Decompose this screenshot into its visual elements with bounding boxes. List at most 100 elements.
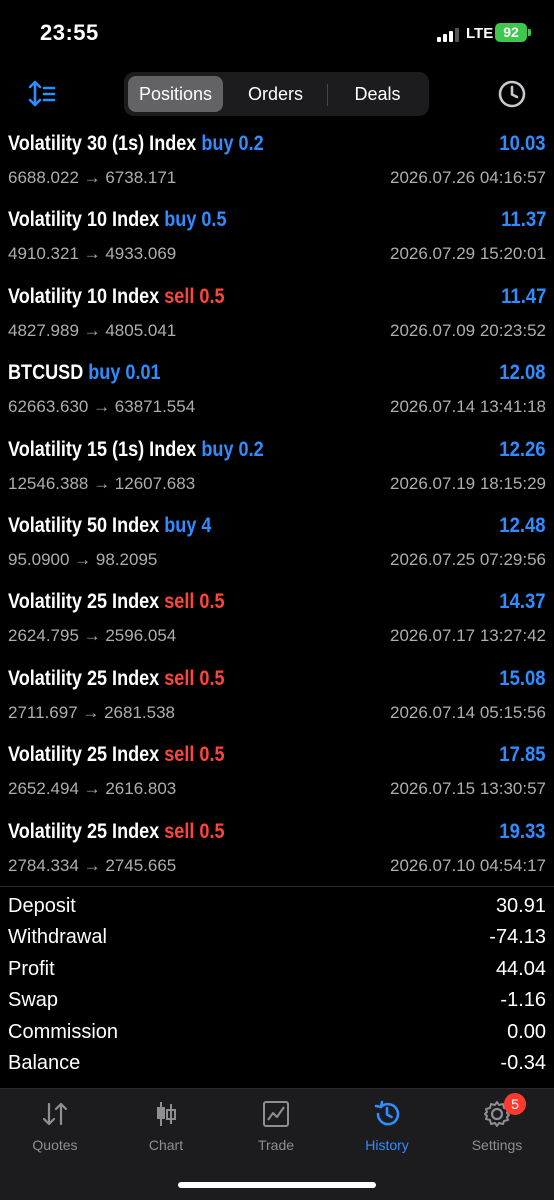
deal-profit: 11.47 bbox=[500, 284, 546, 308]
deal-title: Volatility 25 Index sell 0.5 bbox=[8, 743, 225, 767]
deal-profit: 12.26 bbox=[499, 437, 546, 461]
deal-volume: 0.01 bbox=[125, 361, 161, 385]
summary-value: 30.91 bbox=[495, 895, 546, 917]
tab-trade-label: Trade bbox=[257, 1137, 295, 1153]
deal-profit: 19.33 bbox=[499, 819, 546, 843]
deal-volume: 0.5 bbox=[201, 208, 227, 232]
summary-value: 44.04 bbox=[495, 957, 546, 980]
summary-label: Balance bbox=[8, 1051, 81, 1074]
summary-row-profit: Profit 44.04 bbox=[0, 955, 554, 986]
deal-profit: 15.08 bbox=[499, 666, 546, 690]
deal-row[interactable]: Volatility 50 Index buy 4 12.48 95.0900 → … bbox=[0, 508, 554, 584]
deal-symbol: Volatility 50 Index bbox=[8, 513, 160, 537]
deal-volume: 0.5 bbox=[199, 666, 225, 690]
deal-symbol: Volatility 30 (1s) Index bbox=[8, 132, 197, 155]
deal-profit: 14.37 bbox=[499, 590, 546, 614]
deal-profit: 17.85 bbox=[499, 743, 546, 767]
summary-value: -0.34 bbox=[500, 1051, 546, 1074]
deal-time: 2026.07.09 20:23:52 bbox=[390, 320, 546, 340]
tab-history-label: History bbox=[365, 1137, 409, 1153]
sort-icon[interactable] bbox=[26, 78, 58, 110]
deal-title: Volatility 25 Index sell 0.5 bbox=[8, 820, 225, 844]
deal-symbol: Volatility 25 Index bbox=[8, 666, 160, 690]
deal-prices: 2784.334 → 2745.665 bbox=[8, 855, 177, 875]
tab-quotes-label: Quotes bbox=[32, 1137, 78, 1153]
summary-row-balance: Balance -0.34 bbox=[0, 1049, 554, 1080]
tab-settings[interactable]: 5 Settings bbox=[442, 1093, 552, 1159]
deal-time: 2026.07.10 04:54:17 bbox=[390, 855, 546, 875]
deal-side: sell bbox=[164, 284, 195, 308]
deal-title: Volatility 30 (1s) Index buy 0.2 bbox=[8, 132, 264, 156]
trade-icon bbox=[263, 1101, 289, 1127]
deal-profit: 12.08 bbox=[499, 361, 546, 385]
summary-divider bbox=[0, 886, 554, 887]
home-indicator bbox=[178, 1182, 376, 1188]
deal-volume: 0.2 bbox=[238, 132, 264, 155]
tab-settings-label: Settings bbox=[471, 1137, 523, 1153]
deal-time: 2026.07.17 13:27:42 bbox=[390, 626, 546, 646]
status-bar: 23:55 LTE 92 bbox=[0, 0, 554, 66]
status-time: 23:55 bbox=[40, 20, 99, 45]
deal-profit: 12.48 bbox=[499, 513, 546, 537]
deal-volume: 0.5 bbox=[199, 284, 225, 308]
deal-prices: 12546.388 → 12607.683 bbox=[8, 473, 196, 493]
deal-symbol: Volatility 10 Index bbox=[8, 284, 160, 308]
deal-row[interactable]: BTCUSD buy 0.01 12.08 62663.630 → 63871.55… bbox=[0, 355, 554, 431]
tab-chart-label: Chart bbox=[148, 1137, 184, 1153]
summary-row-deposit: Deposit 30.91 bbox=[0, 892, 554, 923]
deal-prices: 95.0900 → 98.2095 bbox=[8, 549, 158, 569]
deal-volume: 0.5 bbox=[199, 819, 225, 843]
deal-title: BTCUSD buy 0.01 bbox=[8, 361, 161, 385]
deal-side: buy bbox=[164, 208, 197, 232]
tab-trade[interactable]: Trade bbox=[221, 1099, 331, 1159]
network-label: LTE bbox=[466, 25, 494, 42]
deal-prices: 4910.321 → 4933.069 bbox=[8, 244, 177, 264]
signal-icon bbox=[437, 26, 459, 42]
chart-icon bbox=[157, 1102, 176, 1126]
deal-row[interactable]: Volatility 30 (1s) Index buy 0.2 10.03 668… bbox=[0, 126, 554, 202]
deal-volume: 0.2 bbox=[238, 437, 264, 461]
summary-row-commission: Commission 0.00 bbox=[0, 1018, 554, 1049]
clock-icon[interactable] bbox=[496, 78, 528, 110]
summary-label: Commission bbox=[8, 1020, 119, 1043]
history-icon bbox=[374, 1100, 400, 1126]
view-segmented-control: Positions Orders Deals bbox=[124, 72, 429, 116]
bottom-tab-bar: Quotes Chart Trade History 5 Settings bbox=[0, 1088, 554, 1200]
deal-time: 2026.07.26 04:16:57 bbox=[390, 168, 546, 187]
tab-history[interactable]: History bbox=[332, 1099, 442, 1159]
deal-profit: 11.37 bbox=[500, 208, 546, 232]
deal-row[interactable]: Volatility 25 Index sell 0.5 19.33 2784.33… bbox=[0, 814, 554, 890]
deal-row[interactable]: Volatility 15 (1s) Index buy 0.2 12.26 125… bbox=[0, 432, 554, 508]
summary-label: Swap bbox=[8, 989, 59, 1012]
deal-title: Volatility 25 Index sell 0.5 bbox=[8, 590, 225, 614]
deal-profit: 10.03 bbox=[499, 132, 546, 155]
summary-label: Deposit bbox=[8, 895, 76, 917]
deal-time: 2026.07.14 13:41:18 bbox=[390, 397, 546, 417]
deal-row[interactable]: Volatility 25 Index sell 0.5 15.08 2711.69… bbox=[0, 661, 554, 737]
battery-icon: 92 bbox=[495, 23, 527, 42]
battery-tip bbox=[528, 29, 531, 36]
summary-value: -1.16 bbox=[500, 989, 546, 1012]
summary-label: Withdrawal bbox=[8, 926, 107, 949]
tab-quotes[interactable]: Quotes bbox=[0, 1099, 110, 1159]
summary-row-withdrawal: Withdrawal -74.13 bbox=[0, 923, 554, 954]
deal-time: 2026.07.15 13:30:57 bbox=[390, 779, 546, 799]
tab-positions[interactable]: Positions bbox=[128, 76, 223, 112]
deal-side: buy bbox=[201, 132, 234, 155]
deal-symbol: Volatility 10 Index bbox=[8, 208, 160, 232]
summary-label: Profit bbox=[8, 957, 55, 980]
deal-row[interactable]: Volatility 25 Index sell 0.5 14.37 2624.79… bbox=[0, 584, 554, 660]
tab-deals[interactable]: Deals bbox=[330, 76, 425, 112]
deal-row[interactable]: Volatility 10 Index buy 0.5 11.37 4910.321… bbox=[0, 202, 554, 278]
deal-row[interactable]: Volatility 25 Index sell 0.5 17.85 2652.49… bbox=[0, 737, 554, 813]
deal-row[interactable]: Volatility 10 Index sell 0.5 11.47 4827.98… bbox=[0, 279, 554, 355]
deal-time: 2026.07.29 15:20:01 bbox=[390, 244, 546, 264]
tab-chart[interactable]: Chart bbox=[111, 1099, 221, 1159]
deal-side: sell bbox=[164, 666, 195, 690]
deal-symbol: Volatility 25 Index bbox=[8, 590, 160, 614]
tab-orders[interactable]: Orders bbox=[227, 76, 324, 112]
deal-prices: 4827.989 → 4805.041 bbox=[8, 320, 177, 340]
summary-row-swap: Swap -1.16 bbox=[0, 986, 554, 1017]
deal-time: 2026.07.19 18:15:29 bbox=[390, 473, 546, 493]
deal-prices: 6688.022 → 6738.171 bbox=[8, 168, 177, 187]
